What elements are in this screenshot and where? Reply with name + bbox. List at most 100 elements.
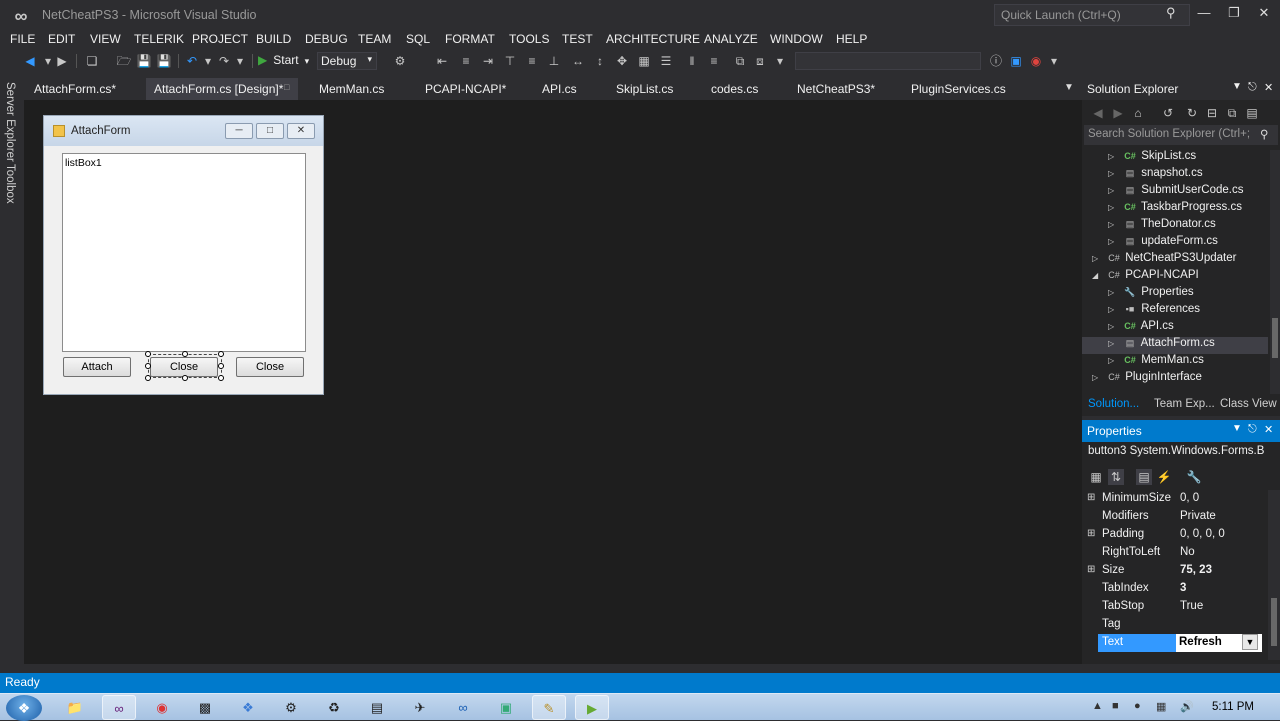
alphabetical-icon[interactable]: ⇅	[1108, 469, 1124, 485]
expand-arrow-icon[interactable]: ▷	[1108, 220, 1122, 229]
property-row-editing[interactable]: Text Refresh ▼	[1082, 634, 1268, 652]
resize-handle[interactable]	[182, 351, 188, 357]
tree-item[interactable]: ▷ C# MemMan.cs	[1108, 354, 1204, 371]
same-width-icon[interactable]: ↔	[570, 53, 586, 69]
dropdown-icon[interactable]: ▾	[232, 53, 248, 69]
tree-item[interactable]: ▷ 🔧 Properties	[1108, 286, 1194, 303]
tree-item[interactable]: ▷ C# PluginInterface	[1092, 371, 1202, 388]
windows-start-icon[interactable]: ❖	[6, 695, 42, 721]
menu-tools[interactable]: TOOLS	[509, 32, 549, 46]
find-input[interactable]	[795, 52, 981, 70]
menu-architecture[interactable]: ARCHITECTURE	[606, 32, 700, 46]
tray-app-icon[interactable]: ■	[1112, 700, 1119, 712]
tree-item[interactable]: ▷ ▤ TheDonator.cs	[1108, 218, 1216, 235]
expand-arrow-icon[interactable]: ▷	[1108, 356, 1122, 365]
attach-button[interactable]: Attach	[63, 357, 131, 377]
tree-item-selected[interactable]: ▷ ▤ AttachForm.cs	[1082, 337, 1268, 354]
dropdown-icon[interactable]: ▼	[1232, 423, 1242, 434]
tree-item[interactable]: ▷ C# NetCheatPS3Updater	[1092, 252, 1236, 269]
menu-edit[interactable]: EDIT	[48, 32, 75, 46]
align-right-icon[interactable]: ⇥	[480, 53, 496, 69]
expand-icon[interactable]: ⊞	[1087, 528, 1095, 539]
selected-object[interactable]: button3 System.Windows.Forms.B	[1088, 445, 1278, 457]
collapse-icon[interactable]: ⊟	[1204, 105, 1220, 121]
close-icon[interactable]: ✕	[1264, 81, 1273, 94]
quick-launch-input[interactable]: Quick Launch (Ctrl+Q)	[994, 4, 1190, 26]
align-bottom-icon[interactable]: ⊥	[546, 53, 562, 69]
volume-icon[interactable]: 🔊	[1180, 700, 1194, 713]
doc-tab[interactable]: PCAPI-NCAPI*	[417, 78, 514, 100]
app-icon[interactable]: ▣	[489, 695, 523, 720]
h-spacing-icon[interactable]: ‖	[684, 53, 700, 69]
scrollbar-thumb[interactable]	[1271, 598, 1277, 646]
expand-arrow-icon[interactable]: ▷	[1108, 203, 1122, 212]
open-icon[interactable]: 🗁	[116, 53, 132, 69]
grid-icon[interactable]: ▦	[636, 53, 652, 69]
tree-item[interactable]: ▷ C# SkipList.cs	[1108, 150, 1196, 167]
property-value[interactable]: 0, 0	[1180, 492, 1199, 504]
app-icon[interactable]: ▶	[575, 695, 609, 720]
expand-arrow-icon[interactable]: ▷	[1092, 373, 1106, 382]
menu-telerik[interactable]: TELERIK	[134, 32, 184, 46]
tree-item[interactable]: ▷ C# API.cs	[1108, 320, 1174, 337]
close-button[interactable]: Close	[236, 357, 304, 377]
network-icon[interactable]: ▦	[1156, 700, 1166, 713]
app-icon[interactable]: ♻	[317, 695, 351, 720]
forward-icon[interactable]: ▶	[1110, 105, 1126, 121]
menu-format[interactable]: FORMAT	[445, 32, 495, 46]
property-value[interactable]: No	[1180, 546, 1195, 558]
property-pages-icon[interactable]: 🔧	[1186, 469, 1202, 485]
undo-icon[interactable]: ↶	[184, 53, 200, 69]
align-top-icon[interactable]: ⊤	[502, 53, 518, 69]
menu-debug[interactable]: DEBUG	[305, 32, 348, 46]
resize-handle[interactable]	[218, 363, 224, 369]
tree-item[interactable]: ▷ ▪■ References	[1108, 303, 1200, 320]
dropdown-icon[interactable]: ▾	[1046, 53, 1062, 69]
start-button[interactable]: ▶ Start ▾	[258, 53, 309, 71]
property-row[interactable]: ⊞ Size 75, 23	[1082, 562, 1268, 580]
menu-help[interactable]: HELP	[836, 32, 867, 46]
spacing-icon[interactable]: ☰	[658, 53, 674, 69]
menu-project[interactable]: PROJECT	[192, 32, 248, 46]
menu-view[interactable]: VIEW	[90, 32, 121, 46]
resize-handle[interactable]	[145, 375, 151, 381]
expand-arrow-icon[interactable]: ▷	[1108, 186, 1122, 195]
cmd-icon[interactable]: ▩	[188, 695, 222, 720]
home-icon[interactable]: ⌂	[1130, 105, 1146, 121]
expand-arrow-icon[interactable]: ▷	[1108, 152, 1122, 161]
configuration-select[interactable]: Debug ▾	[317, 52, 377, 70]
property-value[interactable]: 0, 0, 0, 0	[1180, 528, 1225, 540]
categorized-icon[interactable]: ▦	[1088, 469, 1104, 485]
menu-analyze[interactable]: ANALYZE	[704, 32, 758, 46]
tray-expand-icon[interactable]: ▲	[1092, 700, 1103, 712]
solution-search-input[interactable]: Search Solution Explorer (Ctrl+; ⚲	[1084, 125, 1278, 145]
menu-sql[interactable]: SQL	[406, 32, 430, 46]
tree-item[interactable]: ◢ C# PCAPI-NCAPI	[1092, 269, 1199, 286]
redo-icon[interactable]: ↷	[216, 53, 232, 69]
expand-icon[interactable]: ⊞	[1087, 564, 1095, 575]
explorer-icon[interactable]: 📁	[58, 695, 92, 720]
toolbox-tab[interactable]: Toolbox	[4, 164, 16, 204]
dropdown-icon[interactable]: ▾	[772, 53, 788, 69]
back-icon[interactable]: ◀	[1090, 105, 1106, 121]
refresh-icon[interactable]: ↻	[1184, 105, 1200, 121]
save-all-icon[interactable]: 💾	[156, 53, 172, 69]
minimize-button[interactable]: —	[1194, 4, 1214, 22]
expand-arrow-icon[interactable]: ▷	[1092, 254, 1106, 263]
tab-class-view[interactable]: Class View	[1220, 398, 1277, 410]
property-row[interactable]: Modifiers Private	[1082, 508, 1268, 526]
listbox-control[interactable]: listBox1	[62, 153, 306, 352]
visual-studio-icon[interactable]: ∞	[102, 695, 136, 720]
property-row[interactable]: TabStop True	[1082, 598, 1268, 616]
bring-front-icon[interactable]: ⧉	[732, 53, 748, 69]
same-height-icon[interactable]: ↕	[592, 53, 608, 69]
back-icon[interactable]: ◀	[22, 53, 38, 69]
chevron-down-icon[interactable]: ▼	[1242, 634, 1258, 650]
tree-item[interactable]: ▷ ▤ updateForm.cs	[1108, 235, 1218, 252]
window-icon[interactable]: ▣	[1008, 53, 1024, 69]
align-middle-icon[interactable]: ≡	[524, 53, 540, 69]
feedback-icon[interactable]: ◉	[1028, 53, 1044, 69]
doc-tab[interactable]: API.cs	[534, 78, 585, 100]
property-row[interactable]: ⊞ MinimumSize 0, 0	[1082, 490, 1268, 508]
align-left-icon[interactable]: ⇤	[434, 53, 450, 69]
